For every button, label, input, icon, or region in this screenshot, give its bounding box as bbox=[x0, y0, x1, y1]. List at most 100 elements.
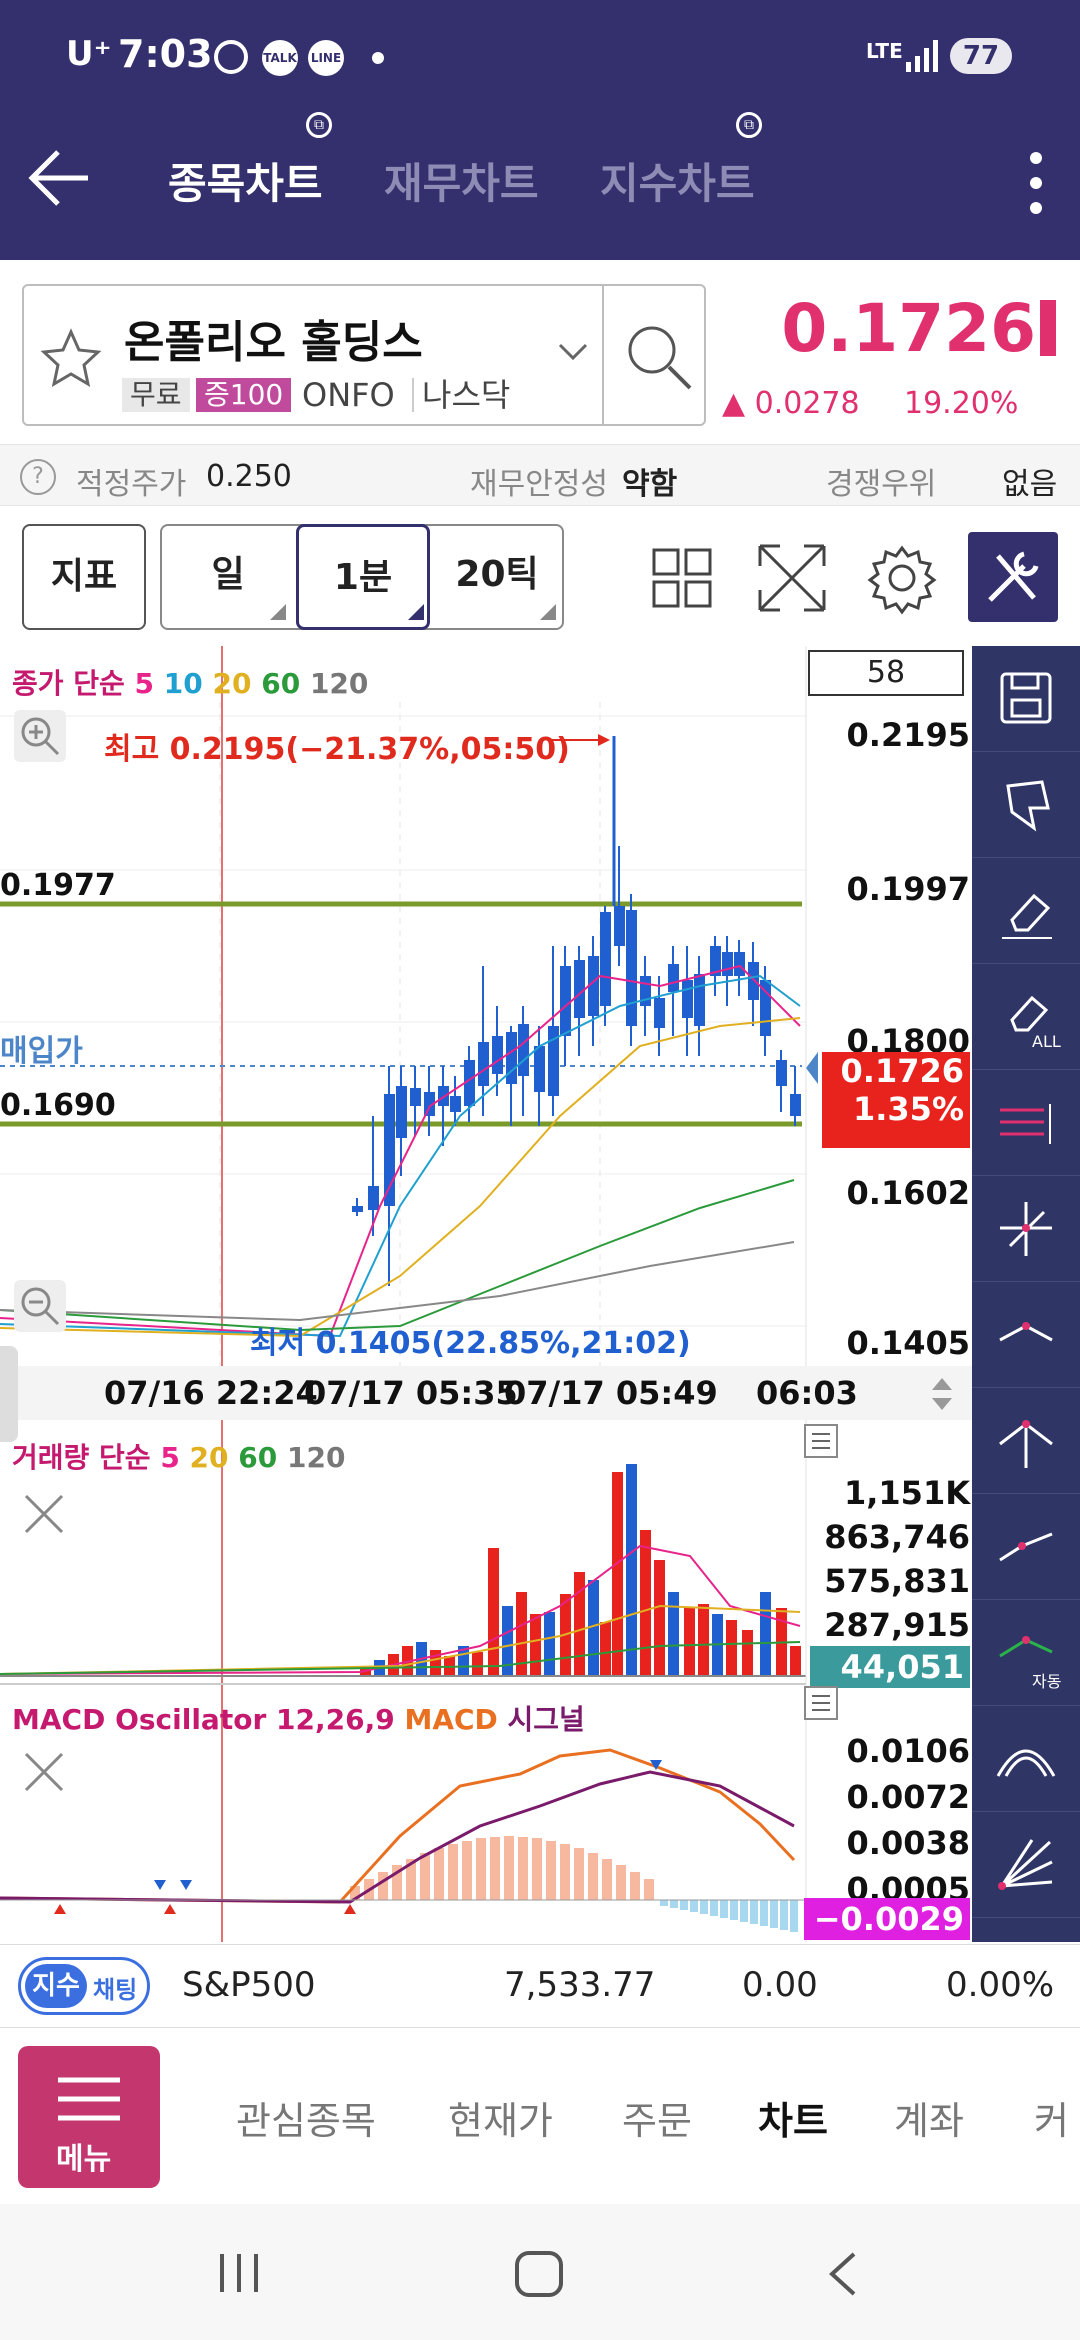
signal-icon bbox=[906, 40, 938, 72]
candle-body bbox=[734, 952, 745, 976]
chat-badge[interactable]: 채팅 bbox=[93, 1970, 137, 2005]
back-icon[interactable] bbox=[824, 2250, 860, 2298]
candle-body bbox=[574, 960, 585, 1018]
fan-tool-button[interactable] bbox=[972, 1812, 1080, 1918]
gear-icon[interactable] bbox=[856, 532, 948, 624]
index-ticker-bar[interactable]: 지수 채팅 S&P500 7,533.77 0.00 0.00% bbox=[0, 1944, 1080, 2028]
zoom-in-button[interactable] bbox=[14, 710, 66, 762]
pane-menu-icon[interactable] bbox=[804, 1686, 838, 1720]
signal-arrow bbox=[154, 1880, 166, 1890]
copy-icon[interactable]: ⧉ bbox=[306, 112, 332, 138]
vol-y-tick: 287,915 bbox=[824, 1606, 970, 1644]
auto-trend-button[interactable]: 자동 bbox=[972, 1600, 1080, 1706]
index-chat-toggle[interactable]: 지수 채팅 bbox=[18, 1957, 150, 2015]
nav-order[interactable]: 주문 bbox=[622, 2090, 692, 2145]
star-icon[interactable] bbox=[40, 328, 102, 388]
layout-grid-icon[interactable] bbox=[636, 532, 728, 624]
search-icon[interactable] bbox=[624, 322, 694, 392]
line-icon: LINE bbox=[308, 40, 344, 76]
y-tick: 0.1997 bbox=[846, 870, 970, 908]
erase-all-button[interactable]: ALL bbox=[972, 964, 1080, 1070]
macd-osc-bar bbox=[602, 1859, 612, 1900]
candle-body bbox=[654, 998, 665, 1028]
volume-bar bbox=[726, 1620, 737, 1676]
side-drawer-handle[interactable] bbox=[0, 1346, 18, 1442]
tab-stock-chart[interactable]: 종목차트 bbox=[168, 150, 323, 211]
ray-tool-button[interactable] bbox=[972, 1494, 1080, 1600]
index-pct: 0.00% bbox=[946, 1965, 1055, 2005]
stock-selector[interactable]: 온폴리오 홀딩스 무료 증100 ONFO 나스닥 bbox=[22, 284, 706, 426]
candle-count-box[interactable]: 58 bbox=[808, 650, 964, 696]
home-icon[interactable] bbox=[514, 2250, 564, 2298]
volume-bar bbox=[668, 1592, 679, 1676]
nav-watchlist[interactable]: 관심종목 bbox=[236, 2090, 376, 2145]
eraser-button[interactable] bbox=[972, 858, 1080, 964]
price-legend[interactable]: 종가 단순 5 10 20 60 120 bbox=[12, 662, 368, 702]
legend-vol-ma120: 120 bbox=[286, 1441, 346, 1474]
nav-account[interactable]: 계좌 bbox=[894, 2090, 964, 2145]
chart-area[interactable]: 종가 단순 5 10 20 60 120 58 최고 0.2195(−21.37… bbox=[0, 646, 1080, 1942]
macd-current-marker: −0.0029 bbox=[804, 1898, 970, 1940]
recent-apps-icon[interactable] bbox=[214, 2250, 264, 2296]
fin-stability-value: 약함 bbox=[622, 467, 678, 502]
zoom-in-icon bbox=[21, 717, 60, 756]
back-arrow-icon[interactable] bbox=[28, 148, 92, 208]
more-options-icon[interactable] bbox=[1024, 148, 1048, 218]
candle-body bbox=[668, 964, 679, 992]
legend-vol-ma20: 20 bbox=[189, 1441, 229, 1474]
indicator-button[interactable]: 지표 bbox=[22, 524, 146, 630]
eraser-icon bbox=[1002, 893, 1052, 939]
battery-indicator: 77 bbox=[950, 38, 1012, 74]
candle-body bbox=[722, 952, 733, 976]
current-price-value: 0.1726 bbox=[840, 1052, 964, 1090]
vol-y-tick: 575,831 bbox=[824, 1562, 970, 1600]
chevron-down-icon[interactable] bbox=[558, 342, 588, 362]
macd-osc-bar bbox=[760, 1900, 768, 1926]
ohlc-tool-button[interactable] bbox=[972, 1070, 1080, 1176]
close-icon[interactable] bbox=[22, 1492, 66, 1536]
volume-bar bbox=[472, 1652, 483, 1676]
macd-legend[interactable]: MACD Oscillator 12,26,9 MACD 시그널 bbox=[12, 1698, 585, 1738]
index-badge[interactable]: 지수 bbox=[25, 1964, 87, 2008]
macd-y-tick: 0.0106 bbox=[846, 1732, 970, 1770]
crosshair-tool-button[interactable] bbox=[972, 1176, 1080, 1282]
legend-osc: MACD Oscillator 12,26,9 bbox=[12, 1703, 395, 1736]
fibonacci-arc-button[interactable] bbox=[972, 1706, 1080, 1812]
pivot-tool-button[interactable] bbox=[972, 1388, 1080, 1494]
tag-margin: 증100 bbox=[196, 378, 292, 412]
nav-chart[interactable]: 차트 bbox=[758, 2090, 828, 2145]
zoom-out-button[interactable] bbox=[14, 1280, 66, 1332]
macd-osc-bar bbox=[710, 1900, 718, 1916]
tab-index-chart[interactable]: 지수차트 bbox=[600, 150, 755, 211]
close-icon[interactable] bbox=[22, 1750, 66, 1794]
scroll-updown-icon[interactable] bbox=[928, 1372, 956, 1416]
legend-ma10: 10 bbox=[163, 667, 203, 700]
candle-body bbox=[600, 912, 611, 1006]
macd-osc-bar bbox=[780, 1900, 788, 1930]
shape-tool-button[interactable] bbox=[972, 752, 1080, 858]
pane-menu-icon[interactable] bbox=[804, 1424, 838, 1458]
buy-price-label: 매입가 bbox=[0, 1034, 83, 1069]
menu-button[interactable]: 메뉴 bbox=[18, 2046, 160, 2188]
dropdown-corner-icon bbox=[270, 604, 286, 620]
volume-bar bbox=[654, 1560, 665, 1676]
volume-ma60-line bbox=[0, 1641, 801, 1675]
volume-legend[interactable]: 거래량 단순 5 20 60 120 bbox=[12, 1436, 345, 1476]
fair-price-value: 0.250 bbox=[206, 459, 292, 494]
fullscreen-icon[interactable] bbox=[746, 532, 838, 624]
line-tool-button[interactable] bbox=[972, 1282, 1080, 1388]
macd-osc-bar bbox=[616, 1865, 626, 1900]
help-icon[interactable]: ? bbox=[20, 459, 56, 495]
signal-arrow bbox=[180, 1880, 192, 1890]
nav-more[interactable]: 커 bbox=[1034, 2090, 1069, 2145]
copy-icon[interactable]: ⧉ bbox=[736, 112, 762, 138]
system-navigation bbox=[0, 2204, 1080, 2340]
macd-osc-bar bbox=[532, 1838, 542, 1900]
menu-label: 메뉴 bbox=[56, 2142, 112, 2177]
tag-exchange: 나스닥 bbox=[412, 378, 518, 412]
save-button[interactable] bbox=[972, 646, 1080, 752]
nav-quote[interactable]: 현재가 bbox=[448, 2090, 553, 2145]
zoom-out-icon bbox=[21, 1287, 60, 1326]
tools-button[interactable] bbox=[968, 532, 1058, 622]
tab-financial-chart[interactable]: 재무차트 bbox=[384, 150, 539, 211]
